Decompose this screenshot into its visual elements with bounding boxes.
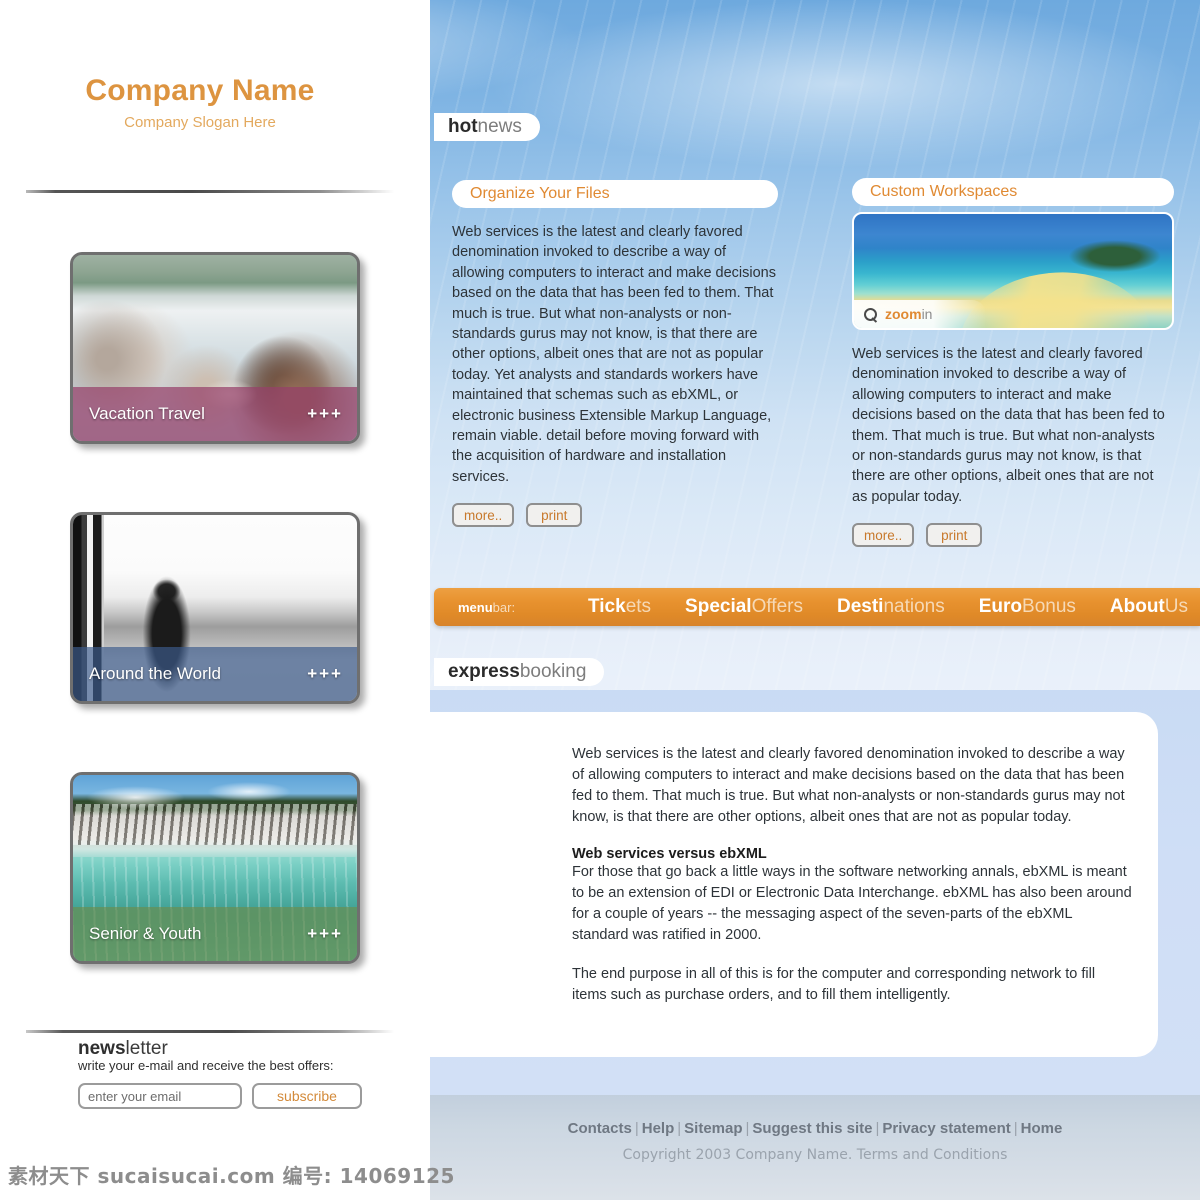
menu-item-tickets[interactable]: Tickets <box>588 596 651 618</box>
divider-newsletter <box>26 1030 394 1033</box>
newsletter-title-bold: news <box>78 1038 126 1059</box>
custom-workspaces-thumbnail[interactable]: zoomin <box>852 212 1174 330</box>
hotnews-left-body: Web services is the latest and clearly f… <box>452 224 776 485</box>
footer-link-contacts[interactable]: Contacts <box>568 1120 632 1137</box>
more-button[interactable]: more.. <box>852 523 915 548</box>
divider-top <box>26 190 394 193</box>
hotnews-right-heading: Custom Workspaces <box>852 178 1174 206</box>
menu-item-special-offers[interactable]: SpecialOffers <box>685 596 803 618</box>
menu-item-destinations-rest: nations <box>883 596 945 617</box>
promo-card-more-icon[interactable]: +++ <box>307 404 343 424</box>
tab-hotnews-rest: news <box>477 116 522 137</box>
promo-card-label: Around the World +++ <box>73 647 357 701</box>
newsletter-title-rest: letter <box>125 1038 168 1059</box>
express-subheading: Web services versus ebXML <box>572 846 767 862</box>
menu-item-special-offers-bold: Special <box>685 596 752 617</box>
hotnews-left-buttons: more.. print <box>452 503 782 528</box>
menu-item-about-us-bold: About <box>1109 596 1165 617</box>
menu-item-tickets-rest: ets <box>625 596 652 617</box>
express-booking-content: Web services is the latest and clearly f… <box>572 744 1132 1024</box>
express-paragraph-1: Web services is the latest and clearly f… <box>572 746 1125 825</box>
zoom-in-label-rest: in <box>921 306 933 322</box>
footer-separator: | <box>875 1120 880 1137</box>
promo-card-more-icon[interactable]: +++ <box>307 664 343 684</box>
newsletter-title: newsletter <box>78 1038 408 1060</box>
promo-card-vacation-travel[interactable]: Vacation Travel +++ <box>70 252 360 444</box>
menubar-label-rest: bar: <box>492 599 516 615</box>
tab-express-rest: booking <box>519 661 587 682</box>
promo-card-title: Senior & Youth <box>89 924 202 943</box>
footer-separator: | <box>745 1120 750 1137</box>
brand-block: Company Name Company Slogan Here <box>0 74 400 131</box>
hotnews-right-column: Custom Workspaces zoomin Web services is… <box>852 178 1182 548</box>
promo-card-title: Vacation Travel <box>89 404 205 423</box>
newsletter-form: subscribe <box>78 1083 408 1109</box>
promo-card-more-icon[interactable]: +++ <box>307 924 343 944</box>
footer-link-home[interactable]: Home <box>1021 1120 1063 1137</box>
tab-express-booking[interactable]: express booking <box>434 658 605 686</box>
menu-item-about-us[interactable]: AboutUs <box>1110 596 1188 618</box>
footer-separator: | <box>1013 1120 1018 1137</box>
menubar-items: Tickets SpecialOffers Destinations EuroB… <box>588 596 1188 618</box>
footer-link-help[interactable]: Help <box>642 1120 675 1137</box>
menubar-label-bold: menu <box>458 599 493 615</box>
footer-separator: | <box>677 1120 682 1137</box>
menu-item-destinations[interactable]: Destinations <box>837 596 945 618</box>
company-slogan: Company Slogan Here <box>124 114 276 131</box>
hotnews-left-heading: Organize Your Files <box>452 180 778 208</box>
footer: Contacts | Help | Sitemap | Suggest this site |… <box>430 1120 1200 1163</box>
print-button[interactable]: print <box>526 503 583 528</box>
promo-card-title: Around the World <box>89 664 221 683</box>
newsletter-email-input[interactable] <box>78 1083 242 1109</box>
newsletter-subtitle: write your e-mail and receive the best o… <box>78 1058 334 1073</box>
page-root: Company Name Company Slogan Here Vacatio… <box>0 0 1200 1200</box>
menu-item-eurobonus-rest: Bonus <box>1022 596 1076 617</box>
promo-card-around-the-world[interactable]: Around the World +++ <box>70 512 360 704</box>
menu-item-eurobonus-bold: Euro <box>978 596 1023 617</box>
express-paragraph-2: For those that go back a little ways in … <box>572 864 1132 943</box>
promo-card-label: Senior & Youth +++ <box>73 907 357 961</box>
tab-express-bold: express <box>448 661 520 682</box>
zoom-in-link[interactable]: zoomin <box>854 300 986 328</box>
footer-links: Contacts | Help | Sitemap | Suggest this site |… <box>430 1120 1200 1137</box>
footer-copyright: Copyright 2003 Company Name. Terms and C… <box>622 1147 1008 1163</box>
tab-hotnews[interactable]: hot news <box>434 113 540 141</box>
menu-item-about-us-rest: Us <box>1164 596 1188 617</box>
express-booking-panel: Web services is the latest and clearly f… <box>430 712 1158 1057</box>
footer-link-suggest-this-site[interactable]: Suggest this site <box>752 1120 872 1137</box>
hotnews-left-column: Organize Your Files Web services is the … <box>452 180 782 528</box>
more-button[interactable]: more.. <box>452 503 515 528</box>
print-button[interactable]: print <box>926 523 983 548</box>
promo-card-label: Vacation Travel +++ <box>73 387 357 441</box>
tab-hotnews-bold: hot <box>448 116 478 137</box>
company-name: Company Name <box>85 74 315 107</box>
footer-separator: | <box>634 1120 639 1137</box>
subscribe-button[interactable]: subscribe <box>252 1083 362 1109</box>
zoom-in-label: zoomin <box>885 306 932 322</box>
menubar-label: menubar: <box>458 600 588 615</box>
menu-item-destinations-bold: Desti <box>836 596 884 617</box>
express-paragraph-3: The end purpose in all of this is for th… <box>572 966 1096 1003</box>
zoom-in-label-bold: zoom <box>885 306 922 322</box>
magnifier-icon <box>864 307 877 321</box>
menu-item-tickets-bold: Tick <box>588 596 626 617</box>
menubar: menubar: Tickets SpecialOffers Destinati… <box>434 588 1200 626</box>
hotnews-right-body: Web services is the latest and clearly f… <box>852 346 1165 505</box>
hotnews-right-buttons: more.. print <box>852 523 1182 548</box>
footer-link-sitemap[interactable]: Sitemap <box>684 1120 742 1137</box>
stock-watermark: 素材天下 sucaisucai.com 编号: 14069125 <box>8 1164 455 1188</box>
newsletter-section: newsletter write your e-mail and receive… <box>78 1038 408 1109</box>
menu-item-eurobonus[interactable]: EuroBonus <box>979 596 1076 618</box>
footer-link-privacy-statement[interactable]: Privacy statement <box>882 1120 1010 1137</box>
menu-item-special-offers-rest: Offers <box>751 596 803 617</box>
promo-card-senior-youth[interactable]: Senior & Youth +++ <box>70 772 360 964</box>
